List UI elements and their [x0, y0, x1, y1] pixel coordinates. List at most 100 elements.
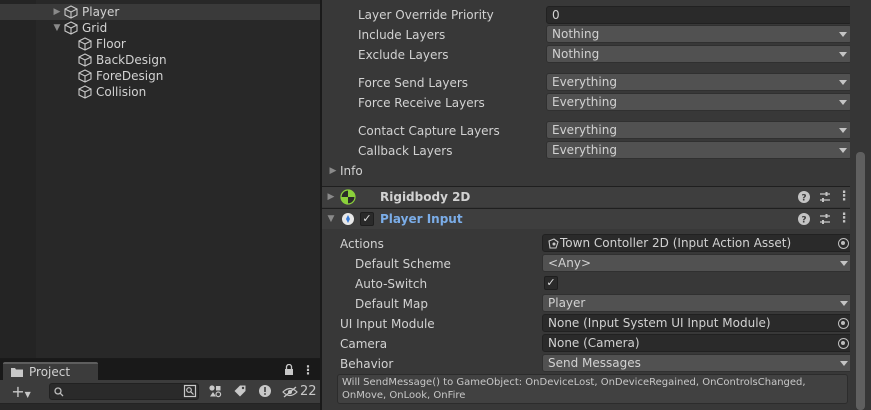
cube-icon — [64, 5, 78, 19]
search-input[interactable] — [49, 383, 199, 400]
chevron-down-icon — [840, 361, 848, 366]
chevron-down-icon — [839, 148, 847, 153]
contact-capture-layers-dropdown[interactable]: Everything — [546, 121, 852, 139]
input-icon — [342, 213, 354, 225]
chevron-down-icon — [840, 301, 848, 306]
search-type-icon — [183, 384, 197, 398]
field-value: None (Input System UI Input Module) — [548, 316, 771, 330]
presets-icon[interactable] — [818, 212, 832, 226]
filter-by-label-button[interactable] — [229, 382, 251, 401]
object-picker-icon[interactable] — [838, 238, 849, 249]
fold-right-icon[interactable]: ▶ — [52, 7, 62, 17]
component-enabled-checkbox[interactable]: ✓ — [360, 212, 374, 226]
more-options-icon[interactable]: ⋮ — [302, 362, 314, 378]
info-label: Info — [340, 164, 363, 178]
eye-slash-icon — [282, 386, 298, 398]
auto-switch-checkbox[interactable]: ✓ — [544, 276, 558, 290]
hidden-count: 22 — [300, 384, 317, 399]
project-panel: Project ⋮ +▼ 22 — [0, 358, 320, 410]
ui-input-module-field[interactable]: None (Input System UI Input Module) — [542, 314, 853, 332]
hierarchy-item-floor[interactable]: Floor — [0, 36, 320, 52]
plus-icon: + — [11, 382, 25, 401]
tag-icon — [234, 385, 246, 397]
hierarchy-item-foredesign[interactable]: ForeDesign — [0, 68, 320, 84]
dropdown-value: Everything — [552, 95, 617, 109]
hierarchy-item-player[interactable]: ▶ Player — [0, 4, 320, 20]
create-button[interactable]: +▼ — [4, 382, 38, 401]
dropdown-value: Send Messages — [548, 356, 641, 370]
project-tab-bar: Project ⋮ — [0, 359, 320, 380]
chevron-down-icon — [839, 32, 847, 37]
hierarchy-item-collision[interactable]: Collision — [0, 84, 320, 100]
auto-switch-label: Auto-Switch — [355, 277, 428, 291]
default-scheme-dropdown[interactable]: <Any> — [542, 254, 853, 272]
fold-right-icon[interactable]: ▶ — [326, 192, 336, 202]
exclude-layers-label: Exclude Layers — [358, 48, 449, 62]
rigidbody-2d-header[interactable]: ▶ Rigidbody 2D ? ⋮ — [322, 186, 851, 207]
object-picker-icon[interactable] — [838, 318, 849, 329]
dropdown-value: Everything — [552, 75, 617, 89]
camera-field[interactable]: None (Camera) — [542, 334, 853, 352]
actions-field[interactable]: Town Contoller 2D (Input Action Asset) — [542, 234, 853, 252]
dropdown-value: Player — [548, 296, 586, 310]
layer-override-priority-field[interactable]: 0 — [546, 6, 852, 24]
cube-icon — [64, 21, 78, 35]
dropdown-value: Everything — [552, 123, 617, 137]
inspector-panel: Layer Override Priority 0 Include Layers… — [322, 0, 871, 410]
object-picker-icon[interactable] — [838, 338, 849, 349]
cube-icon — [78, 37, 92, 51]
help-icon[interactable]: ? — [797, 212, 811, 226]
default-scheme-label: Default Scheme — [355, 257, 451, 271]
fold-down-icon[interactable]: ▼ — [52, 23, 62, 33]
folder-icon — [11, 368, 23, 377]
warning-circle-icon — [259, 385, 271, 397]
dropdown-value: Nothing — [552, 47, 600, 61]
presets-icon[interactable] — [818, 190, 832, 204]
search-by-type-button[interactable] — [179, 382, 201, 401]
lock-icon[interactable] — [284, 364, 294, 375]
info-foldout[interactable]: ▶ Info — [328, 162, 528, 180]
filter-by-type-button[interactable] — [204, 382, 226, 401]
behavior-dropdown[interactable]: Send Messages — [542, 354, 853, 372]
fold-down-icon[interactable]: ▼ — [326, 214, 336, 224]
cube-icon — [78, 85, 92, 99]
field-value: Town Contoller 2D (Input Action Asset) — [560, 236, 792, 250]
cube-icon — [78, 53, 92, 67]
tab-project[interactable]: Project — [3, 362, 98, 380]
player-input-header[interactable]: ▼ ✓ Player Input ? ⋮ — [322, 208, 851, 229]
layer-override-priority-label: Layer Override Priority — [358, 8, 494, 22]
hierarchy-item-grid[interactable]: ▼ Grid — [0, 20, 320, 36]
more-options-icon[interactable]: ⋮ — [837, 212, 851, 226]
force-receive-layers-dropdown[interactable]: Everything — [546, 93, 852, 111]
actions-label: Actions — [340, 237, 384, 251]
chevron-down-icon — [839, 80, 847, 85]
hierarchy-item-label: Floor — [96, 37, 126, 51]
default-map-dropdown[interactable]: Player — [542, 294, 853, 312]
behavior-label: Behavior — [340, 357, 394, 371]
hierarchy-item-backdesign[interactable]: BackDesign — [0, 52, 320, 68]
include-layers-dropdown[interactable]: Nothing — [546, 25, 852, 43]
chevron-down-icon: ▼ — [24, 390, 31, 399]
scrollbar-thumb[interactable] — [856, 152, 865, 410]
hierarchy-panel: ▶ Player ▼ Grid Floor BackDesign ForeDes… — [0, 0, 320, 358]
cube-icon — [78, 69, 92, 83]
force-send-layers-label: Force Send Layers — [358, 76, 469, 90]
field-value: None (Camera) — [548, 336, 640, 350]
ui-input-module-label: UI Input Module — [340, 317, 435, 331]
console-errors-button[interactable] — [254, 382, 276, 401]
callback-layers-dropdown[interactable]: Everything — [546, 141, 852, 159]
more-options-icon[interactable]: ⋮ — [837, 190, 851, 204]
hierarchy-item-label: Grid — [82, 21, 108, 35]
hidden-packages-toggle[interactable]: 22 — [280, 382, 318, 401]
exclude-layers-dropdown[interactable]: Nothing — [546, 45, 852, 63]
fold-right-icon: ▶ — [329, 166, 337, 176]
force-send-layers-dropdown[interactable]: Everything — [546, 73, 852, 91]
help-icon[interactable]: ? — [797, 190, 811, 204]
include-layers-label: Include Layers — [358, 28, 446, 42]
rigidbody-icon — [340, 189, 356, 205]
dropdown-value: <Any> — [548, 256, 592, 270]
inspector-scrollbar[interactable] — [850, 0, 871, 410]
behavior-help-box: Will SendMessage() to GameObject: OnDevi… — [337, 374, 848, 404]
chevron-down-icon — [839, 100, 847, 105]
field-value: 0 — [552, 8, 560, 22]
